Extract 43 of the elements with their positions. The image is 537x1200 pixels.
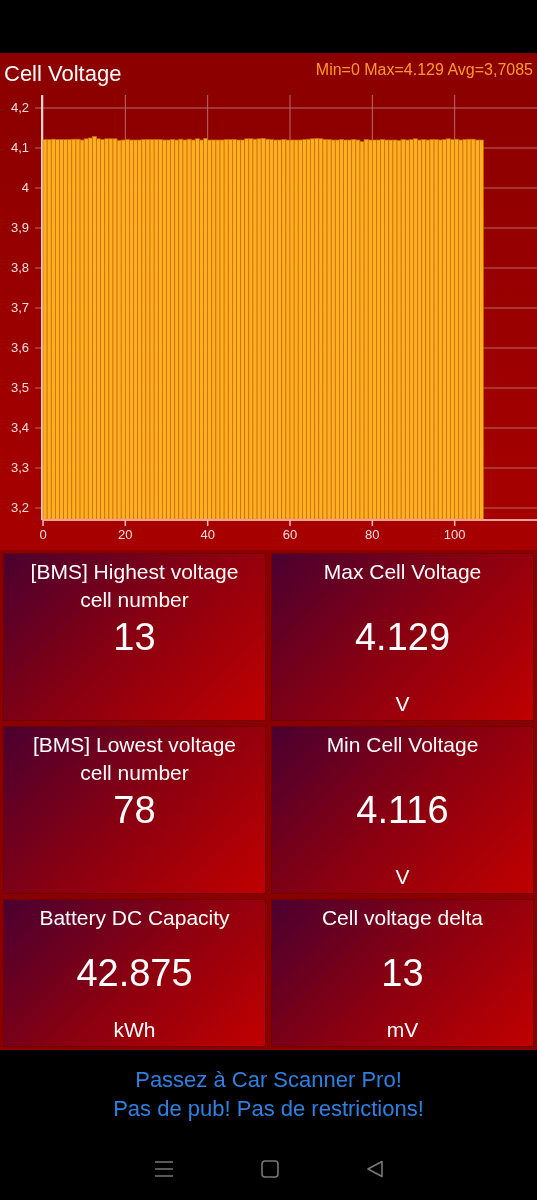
- tile-unit: kWh: [112, 1018, 157, 1042]
- axis-label: 100: [443, 527, 466, 542]
- gauge-tile[interactable]: [BMS] Lowest voltage cell number 78: [3, 726, 266, 894]
- tile-unit: mV: [385, 1018, 420, 1042]
- tile-unit: V: [394, 692, 411, 716]
- tile-title: [BMS] Highest voltage cell number: [29, 559, 240, 613]
- axis-label: 3,6: [10, 340, 29, 355]
- axis-label: 3,2: [10, 500, 29, 515]
- tile-value: 4.116: [355, 788, 450, 833]
- gauge-tile[interactable]: Cell voltage delta 13 mV: [271, 899, 534, 1047]
- axis-label: 4: [21, 180, 29, 195]
- summary-stats: Min=0 Max=4.129 Avg=3,7085: [315, 61, 533, 79]
- tile-title: [BMS] Lowest voltage cell number: [31, 732, 238, 786]
- axis-label: 3,4: [10, 420, 29, 435]
- tile-unit: V: [394, 865, 411, 889]
- axis-label: 4,2: [10, 100, 29, 115]
- tile-title: Cell voltage delta: [320, 905, 485, 931]
- axis-label: 4,1: [10, 140, 29, 155]
- tile-title: Min Cell Voltage: [325, 732, 480, 758]
- tile-value: 4.129: [353, 615, 452, 660]
- promo-link[interactable]: Passez à Car Scanner Pro!: [135, 1065, 402, 1094]
- axis-label: 40: [200, 527, 215, 542]
- axis-label: 3,7: [10, 300, 29, 315]
- axis-label: 3,8: [10, 260, 29, 275]
- gauge-tile[interactable]: [BMS] Highest voltage cell number 13: [3, 553, 266, 721]
- axis-label: 20: [118, 527, 133, 542]
- axis-label: 60: [282, 527, 298, 542]
- gauge-tile[interactable]: Min Cell Voltage 4.116 V: [271, 726, 534, 894]
- promo-link[interactable]: Pas de pub! Pas de restrictions!: [113, 1094, 424, 1123]
- tile-value: 13: [380, 951, 425, 996]
- gauge-tile[interactable]: Battery DC Capacity 42.875 kWh: [3, 899, 266, 1047]
- tile-value: 78: [112, 788, 157, 833]
- tile-value: 13: [112, 615, 157, 660]
- chart-title: Cell Voltage: [4, 61, 122, 87]
- gauge-tile[interactable]: Max Cell Voltage 4.129 V: [271, 553, 534, 721]
- tile-title: Max Cell Voltage: [322, 559, 483, 585]
- axis-label: 0: [39, 527, 47, 542]
- axis-label: 3,9: [10, 220, 29, 235]
- axis-label: 3,3: [10, 460, 29, 475]
- tile-value: 42.875: [75, 951, 194, 996]
- axis-label: 3,5: [10, 380, 29, 395]
- axis-label: 80: [365, 527, 380, 542]
- tile-title: Battery DC Capacity: [38, 905, 231, 931]
